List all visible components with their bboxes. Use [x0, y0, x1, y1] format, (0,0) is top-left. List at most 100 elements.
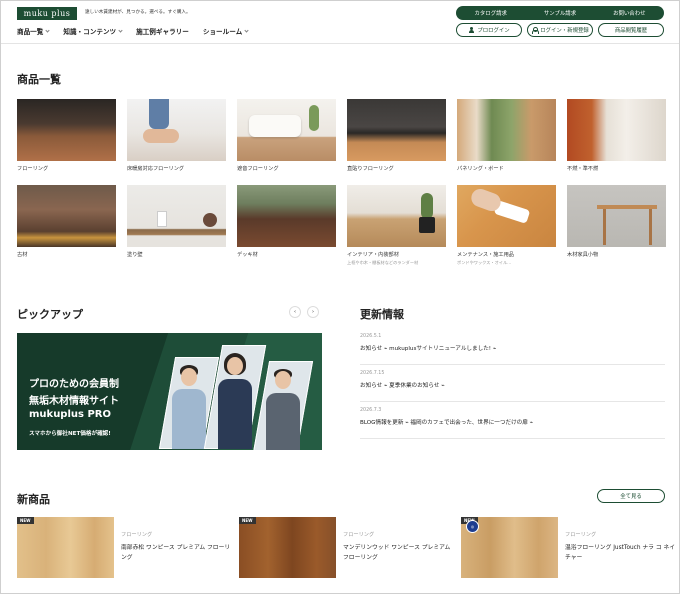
news-date: 2026.7.15 [360, 371, 385, 376]
figure-shape [227, 357, 243, 375]
news-date: 2026.7.3 [360, 408, 382, 413]
header-divider [1, 43, 679, 44]
category-label: インテリア・内装部材 [347, 252, 399, 258]
category-label: 木材家具小物 [567, 252, 599, 258]
category-image [347, 185, 446, 247]
banner-line-1: プロのための会員制 [29, 379, 119, 390]
banner-line-4: スマホから御社NET価格が確認! [29, 431, 111, 437]
category-card[interactable]: フローリング [17, 99, 116, 172]
category-image [457, 185, 556, 247]
news-item[interactable]: 2026.7.15 お知らせ ⌁ 夏季休業のお知らせ ⌁ [360, 365, 665, 402]
category-card[interactable]: 木材家具小物 [567, 185, 666, 258]
figure-shape [649, 209, 652, 245]
category-label: 不燃・準不燃 [567, 166, 599, 172]
category-card[interactable]: デッキ材 [237, 185, 336, 258]
product-category: フローリング [565, 532, 597, 538]
figure-shape [143, 129, 179, 143]
category-image [347, 99, 446, 161]
nav-knowledge[interactable]: 知識・コンテンツ [63, 26, 123, 36]
category-sublabel: 上框や巾木・棚板材などのランダー材 [347, 260, 419, 265]
nav-gallery-label: 施工例ギャラリー [136, 28, 189, 36]
figure-shape [309, 105, 319, 131]
category-card[interactable]: インテリア・内装部材 上框や巾木・棚板材などのランダー材 [347, 185, 446, 266]
category-image [567, 185, 666, 247]
category-image [237, 99, 336, 161]
product-name: マンデリンウッド ワンピース プレミアム フローリング [343, 545, 451, 561]
chevron-down-icon [118, 27, 123, 33]
pickup-title: ピックアップ [17, 308, 83, 321]
sample-request-link[interactable]: サンプル請求 [544, 9, 576, 17]
category-image [127, 99, 226, 161]
banner-line-3: mukuplus PRO [29, 409, 111, 420]
category-card[interactable]: 遮音フローリング [237, 99, 336, 172]
figure-shape [421, 193, 433, 219]
see-all-button[interactable]: 全て見る [597, 489, 665, 503]
product-name: 温浴フローリング JustTouch ナラ コ ネイチャー [565, 545, 676, 561]
nav-products-label: 商品一覧 [17, 28, 44, 36]
category-card[interactable]: メンテナンス・施工用品 ボンドやワックス・オイル... [457, 185, 556, 266]
category-label: フローリング [17, 166, 49, 172]
category-image [17, 185, 116, 247]
history-button[interactable]: 商品閲覧履歴 [598, 23, 664, 37]
figure-shape [419, 217, 435, 233]
carousel-prev-button[interactable]: ‹ [289, 306, 301, 318]
nav-gallery[interactable]: 施工例ギャラリー [136, 26, 189, 36]
certification-badge-icon: ◎ [466, 520, 479, 533]
category-image [237, 185, 336, 247]
new-badge: NEW [239, 517, 256, 524]
category-label: デッキ材 [237, 252, 258, 258]
chevron-down-icon [45, 27, 50, 33]
category-label: 直貼りフローリング [347, 166, 394, 172]
top-links-bar: カタログ請求 サンプル請求 お問い合わせ [456, 6, 664, 20]
site-tagline: 遠しい木賃建材が、見つかる。選べる。すぐ購入。 [85, 10, 191, 15]
category-sublabel: ボンドやワックス・オイル... [457, 260, 512, 265]
pro-login-button[interactable]: プロログイン [456, 23, 522, 37]
pro-login-label: プロログイン [477, 28, 510, 34]
news-date: 2026.5.1 [360, 334, 382, 339]
category-card[interactable]: 直貼りフローリング [347, 99, 446, 172]
main-nav: 商品一覧 知識・コンテンツ 施工例ギャラリー ショールーム [17, 26, 262, 36]
product-image [239, 517, 336, 578]
catalog-request-link[interactable]: カタログ請求 [475, 9, 507, 17]
login-register-button[interactable]: ログイン・新規登録 [527, 23, 593, 37]
figure-shape [275, 371, 291, 389]
pickup-banner[interactable]: プロのための会員制 無垢木材情報サイト mukuplus PRO スマホから御社… [17, 333, 322, 450]
user-outline-icon [531, 27, 539, 34]
chevron-down-icon [244, 27, 249, 33]
product-name: 南部赤松 ワンピース プレミアム フローリング [121, 545, 231, 561]
page: muku plus 遠しい木賃建材が、見つかる。選べる。すぐ購入。 カタログ請求… [0, 0, 680, 594]
figure-shape [149, 99, 169, 129]
category-image [457, 99, 556, 161]
category-card[interactable]: 塗り壁 [127, 185, 226, 258]
pickup-carousel-controls: ‹ › [289, 306, 319, 318]
banner-line-2: 無垢木材情報サイト [29, 396, 119, 407]
contact-link[interactable]: お問い合わせ [613, 9, 645, 17]
carousel-next-button[interactable]: › [307, 306, 319, 318]
new-products-title: 新商品 [17, 493, 50, 506]
history-label: 商品閲覧履歴 [614, 28, 648, 34]
category-card[interactable]: パネリング・ボード [457, 99, 556, 172]
nav-products[interactable]: 商品一覧 [17, 26, 50, 36]
nav-showroom[interactable]: ショールーム [202, 26, 249, 36]
category-image [127, 185, 226, 247]
category-label: メンテナンス・施工用品 [457, 252, 514, 258]
category-label: パネリング・ボード [457, 166, 504, 172]
nav-knowledge-label: 知識・コンテンツ [63, 28, 117, 36]
category-image [567, 99, 666, 161]
category-card[interactable]: 不燃・準不燃 [567, 99, 666, 172]
figure-shape [603, 209, 606, 245]
category-card[interactable]: 古材 [17, 185, 116, 258]
figure-shape [266, 393, 300, 450]
products-title: 商品一覧 [17, 73, 61, 86]
figure-shape [181, 368, 197, 386]
figure-shape [597, 205, 657, 209]
category-card[interactable]: 床暖房対応フローリング [127, 99, 226, 172]
login-register-label: ログイン・新規登録 [540, 28, 589, 34]
nav-showroom-label: ショールーム [202, 28, 243, 36]
news-item[interactable]: 2026.7.3 BLOG情報を更新 ⌁ 福岡のカフェで出会った、世界に一つだけ… [360, 402, 665, 439]
site-logo[interactable]: muku plus [17, 7, 77, 20]
category-label: 遮音フローリング [237, 166, 279, 172]
news-item[interactable]: 2026.5.1 お知らせ ⌁ mukuplusサイトリニューアルしました! ⌁ [360, 328, 665, 365]
figure-shape [157, 211, 167, 227]
figure-shape [249, 115, 301, 137]
